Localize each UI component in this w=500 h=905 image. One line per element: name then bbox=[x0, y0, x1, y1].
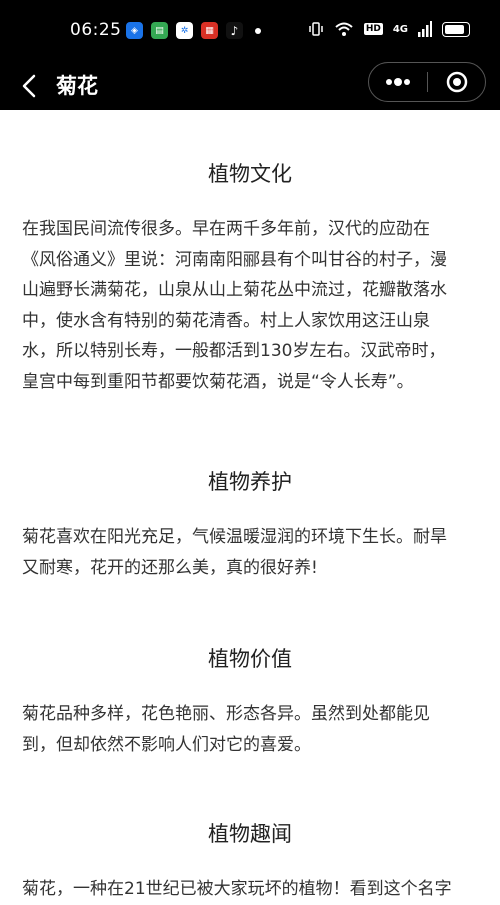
body-line: 在我国民间流传很多。早在两千多年前，汉代的应劭在 bbox=[22, 219, 430, 239]
notification-icons: ◈ ▤ ✲ ▦ ♪ bbox=[126, 22, 261, 39]
mini-program-capsule bbox=[368, 62, 486, 102]
body-line: 《风俗通义》里说：河南南阳郦县有个叫甘谷的村子，漫 bbox=[22, 249, 447, 270]
section-body-culture: 在我国民间流传很多。早在两千多年前，汉代的应劭在 《风俗通义》里说：河南南阳郦县… bbox=[22, 214, 482, 397]
section-body-care: 菊花喜欢在阳光充足，气候温暖湿润的环境下生长。耐旱 又耐寒，花开的还那么美，真的… bbox=[22, 522, 482, 583]
section-body-trivia: 菊花，一种在21世纪已被大家玩坏的植物！看到这个名字 bbox=[22, 874, 482, 905]
back-arrow-icon[interactable] bbox=[16, 68, 44, 104]
body-line: 水，所以特别长寿，一般都活到130岁左右。汉武帝时， bbox=[22, 341, 446, 361]
nav-bar: 菊花 bbox=[0, 62, 500, 110]
more-notifications-dot bbox=[255, 27, 261, 34]
tiktok-icon: ♪ bbox=[226, 22, 243, 39]
battery-icon bbox=[442, 21, 470, 37]
signal-icon bbox=[418, 21, 432, 37]
wifi-icon bbox=[335, 22, 353, 36]
target-close-icon bbox=[446, 71, 467, 93]
section-title-culture: 植物文化 bbox=[208, 162, 292, 186]
body-line: 到，但却依然不影响人们对它的喜爱。 bbox=[22, 734, 311, 755]
status-indicators: HD 4G bbox=[308, 21, 470, 37]
body-line: 菊花品种多样，花色艳丽、形态各异。虽然到处都能见 bbox=[22, 704, 430, 724]
body-line: 菊花喜欢在阳光充足，气候温暖湿润的环境下生长。耐旱 bbox=[22, 527, 447, 547]
body-line: 中，使水含有特别的菊花清香。村上人家饮用这汪山泉 bbox=[22, 310, 430, 331]
hd-badge: HD bbox=[363, 23, 383, 35]
section-title-trivia: 植物趣闻 bbox=[208, 822, 292, 846]
status-bar: 06:25 ◈ ▤ ✲ ▦ ♪ HD 4G bbox=[0, 0, 500, 62]
network-label: 4G bbox=[392, 23, 408, 35]
status-time: 06:25 bbox=[70, 20, 122, 40]
close-mini-program-button[interactable] bbox=[428, 63, 485, 101]
app-icon-4: ▦ bbox=[201, 22, 218, 39]
app-icon-3: ✲ bbox=[176, 22, 193, 39]
more-button[interactable] bbox=[369, 63, 427, 101]
body-line: 菊花，一种在21世纪已被大家玩坏的植物！看到这个名字 bbox=[22, 879, 452, 899]
section-body-value: 菊花品种多样，花色艳丽、形态各异。虽然到处都能见 到，但却依然不影响人们对它的喜… bbox=[22, 699, 482, 760]
section-title-care: 植物养护 bbox=[208, 470, 292, 494]
more-dots-icon bbox=[386, 78, 410, 86]
section-title-value: 植物价值 bbox=[208, 647, 292, 671]
vibrate-icon bbox=[309, 22, 323, 36]
page-title: 菊花 bbox=[56, 74, 98, 98]
app-icon-2: ▤ bbox=[151, 22, 168, 39]
body-line: 山遍野长满菊花，山泉从山上菊花丛中流过，花瓣散落水 bbox=[22, 280, 447, 300]
body-line: 又耐寒，花开的还那么美，真的很好养! bbox=[22, 557, 318, 578]
app-icon-1: ◈ bbox=[126, 22, 143, 39]
body-line: 皇宫中每到重阳节都要饮菊花酒，说是“令人长寿”。 bbox=[22, 371, 414, 392]
